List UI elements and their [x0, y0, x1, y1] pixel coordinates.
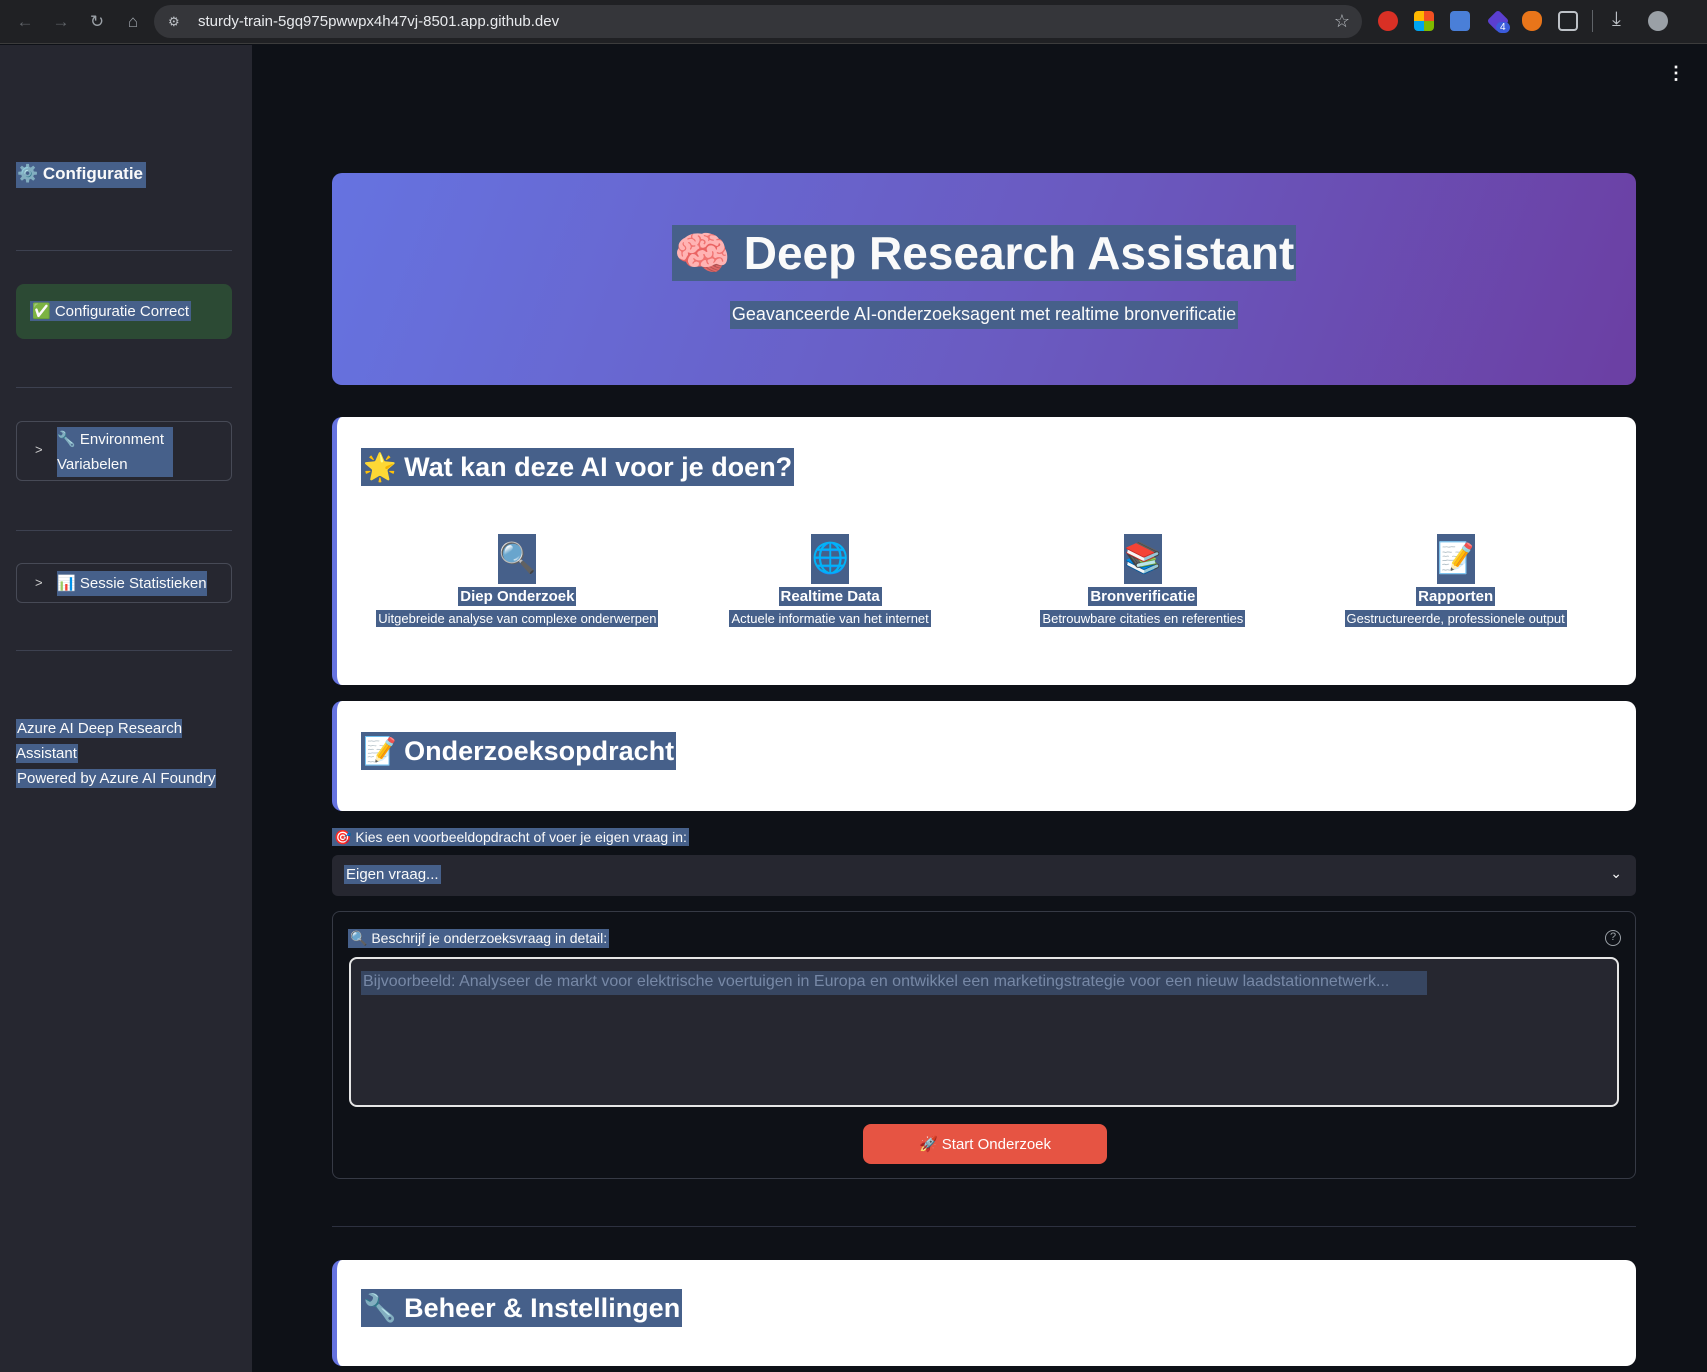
sidebar-divider: [16, 387, 232, 388]
profile-avatar[interactable]: [1648, 11, 1668, 31]
example-select[interactable]: Eigen vraag... ⌄: [332, 855, 1636, 896]
toolbar-divider: [1592, 10, 1593, 32]
expander-label: 📊 Sessie Statistieken: [57, 571, 207, 596]
forward-icon[interactable]: →: [50, 11, 72, 33]
reload-icon[interactable]: ↻: [86, 11, 108, 33]
feature-item: 🔍 Diep Onderzoek Uitgebreide analyse van…: [361, 534, 674, 644]
feature-title: Bronverificatie: [1088, 587, 1198, 606]
footer-app-name: Azure AI Deep Research Assistant: [16, 719, 183, 763]
page-subtitle: Geavanceerde AI-onderzoeksagent met real…: [332, 301, 1636, 329]
management-card: 🔧 Beheer & Instellingen: [332, 1260, 1636, 1366]
sidebar: ⚙️ Configuratie ✅ Configuratie Correct >…: [0, 45, 252, 1372]
extensions-puzzle-icon[interactable]: [1558, 11, 1578, 31]
feature-title: Diep Onderzoek: [458, 587, 577, 606]
bookmark-star-icon[interactable]: ☆: [1334, 11, 1350, 32]
feature-item: 🌐 Realtime Data Actuele informatie van h…: [674, 534, 987, 644]
back-icon[interactable]: ←: [14, 11, 36, 33]
expander-label: 🔧 Environment Variabelen: [57, 427, 173, 477]
more-menu-icon[interactable]: ⋮: [1667, 63, 1685, 84]
example-select-value: Eigen vraag...: [344, 865, 441, 884]
chevron-right-icon: >: [35, 442, 43, 457]
feature-title: Realtime Data: [778, 587, 882, 606]
capabilities-heading: 🌟 Wat kan deze AI voor je doen?: [361, 448, 795, 486]
extension-badge-count: 4: [1496, 22, 1510, 33]
sidebar-footer: Azure AI Deep Research Assistant Powered…: [16, 716, 226, 791]
sidebar-title: ⚙️ Configuratie: [16, 162, 146, 188]
page-title: 🧠 Deep Research Assistant: [671, 225, 1297, 281]
feature-item: 📚 Bronverificatie Betrouwbare citaties e…: [987, 534, 1300, 644]
config-status-box: ✅ Configuratie Correct: [16, 284, 232, 339]
memo-icon: 📝: [1436, 534, 1475, 584]
globe-icon: 🌐: [811, 534, 850, 584]
home-icon[interactable]: ⌂: [122, 11, 144, 33]
site-info-icon[interactable]: ⚙: [168, 14, 184, 30]
management-heading: 🔧 Beheer & Instellingen: [361, 1289, 683, 1327]
config-status-text: ✅ Configuratie Correct: [30, 301, 192, 321]
extension-fox-icon[interactable]: [1522, 11, 1542, 31]
magnifier-icon: 🔍: [498, 534, 537, 584]
url-text: sturdy-train-5gq975pwwpx4h47vj-8501.app.…: [198, 13, 560, 30]
start-research-button[interactable]: 🚀 Start Onderzoek: [863, 1124, 1107, 1164]
browser-toolbar: ← → ↻ ⌂ ⚙ sturdy-train-5gq975pwwpx4h47vj…: [0, 0, 1707, 44]
download-icon[interactable]: ⤓: [1612, 8, 1621, 31]
expander-environment-variables[interactable]: > 🔧 Environment Variabelen: [16, 421, 232, 481]
help-icon[interactable]: ?: [1605, 930, 1621, 946]
sidebar-divider: [16, 250, 232, 251]
assignment-heading: 📝 Onderzoeksopdracht: [361, 732, 677, 770]
section-divider: [332, 1226, 1636, 1227]
feature-description: Actuele informatie van het internet: [729, 610, 931, 627]
extension-microsoft-icon[interactable]: [1414, 11, 1434, 31]
expander-session-statistics[interactable]: > 📊 Sessie Statistieken: [16, 563, 232, 603]
feature-description: Uitgebreide analyse van complexe onderwe…: [376, 610, 659, 627]
feature-description: Betrouwbare citaties en referenties: [1040, 610, 1246, 627]
research-form: 🔍 Beschrijf je onderzoeksvraag in detail…: [332, 911, 1636, 1179]
feature-list: 🔍 Diep Onderzoek Uitgebreide analyse van…: [361, 534, 1612, 644]
research-question-input[interactable]: [349, 957, 1619, 1107]
assignment-card: 📝 Onderzoeksopdracht: [332, 701, 1636, 811]
extension-translate-icon[interactable]: [1450, 11, 1470, 31]
feature-item: 📝 Rapporten Gestructureerde, professione…: [1299, 534, 1612, 644]
hero-banner: 🧠 Deep Research Assistant Geavanceerde A…: [332, 173, 1636, 385]
books-icon: 📚: [1123, 534, 1162, 584]
capabilities-card: 🌟 Wat kan deze AI voor je doen? 🔍 Diep O…: [332, 417, 1636, 685]
sidebar-divider: [16, 530, 232, 531]
example-select-label: 🎯 Kies een voorbeeldopdracht of voer je …: [332, 828, 689, 846]
sidebar-divider: [16, 650, 232, 651]
research-question-label: 🔍 Beschrijf je onderzoeksvraag in detail…: [348, 929, 610, 948]
extension-adblock-icon[interactable]: [1378, 11, 1398, 31]
footer-powered-by: Powered by Azure AI Foundry: [16, 769, 217, 788]
main-content: ⋮ 🧠 Deep Research Assistant Geavanceerde…: [252, 45, 1707, 1372]
chevron-down-icon: ⌄: [1610, 865, 1622, 881]
feature-title: Rapporten: [1416, 587, 1496, 606]
feature-description: Gestructureerde, professionele output: [1344, 610, 1567, 627]
chevron-right-icon: >: [35, 575, 43, 590]
address-bar[interactable]: ⚙ sturdy-train-5gq975pwwpx4h47vj-8501.ap…: [154, 5, 1362, 38]
